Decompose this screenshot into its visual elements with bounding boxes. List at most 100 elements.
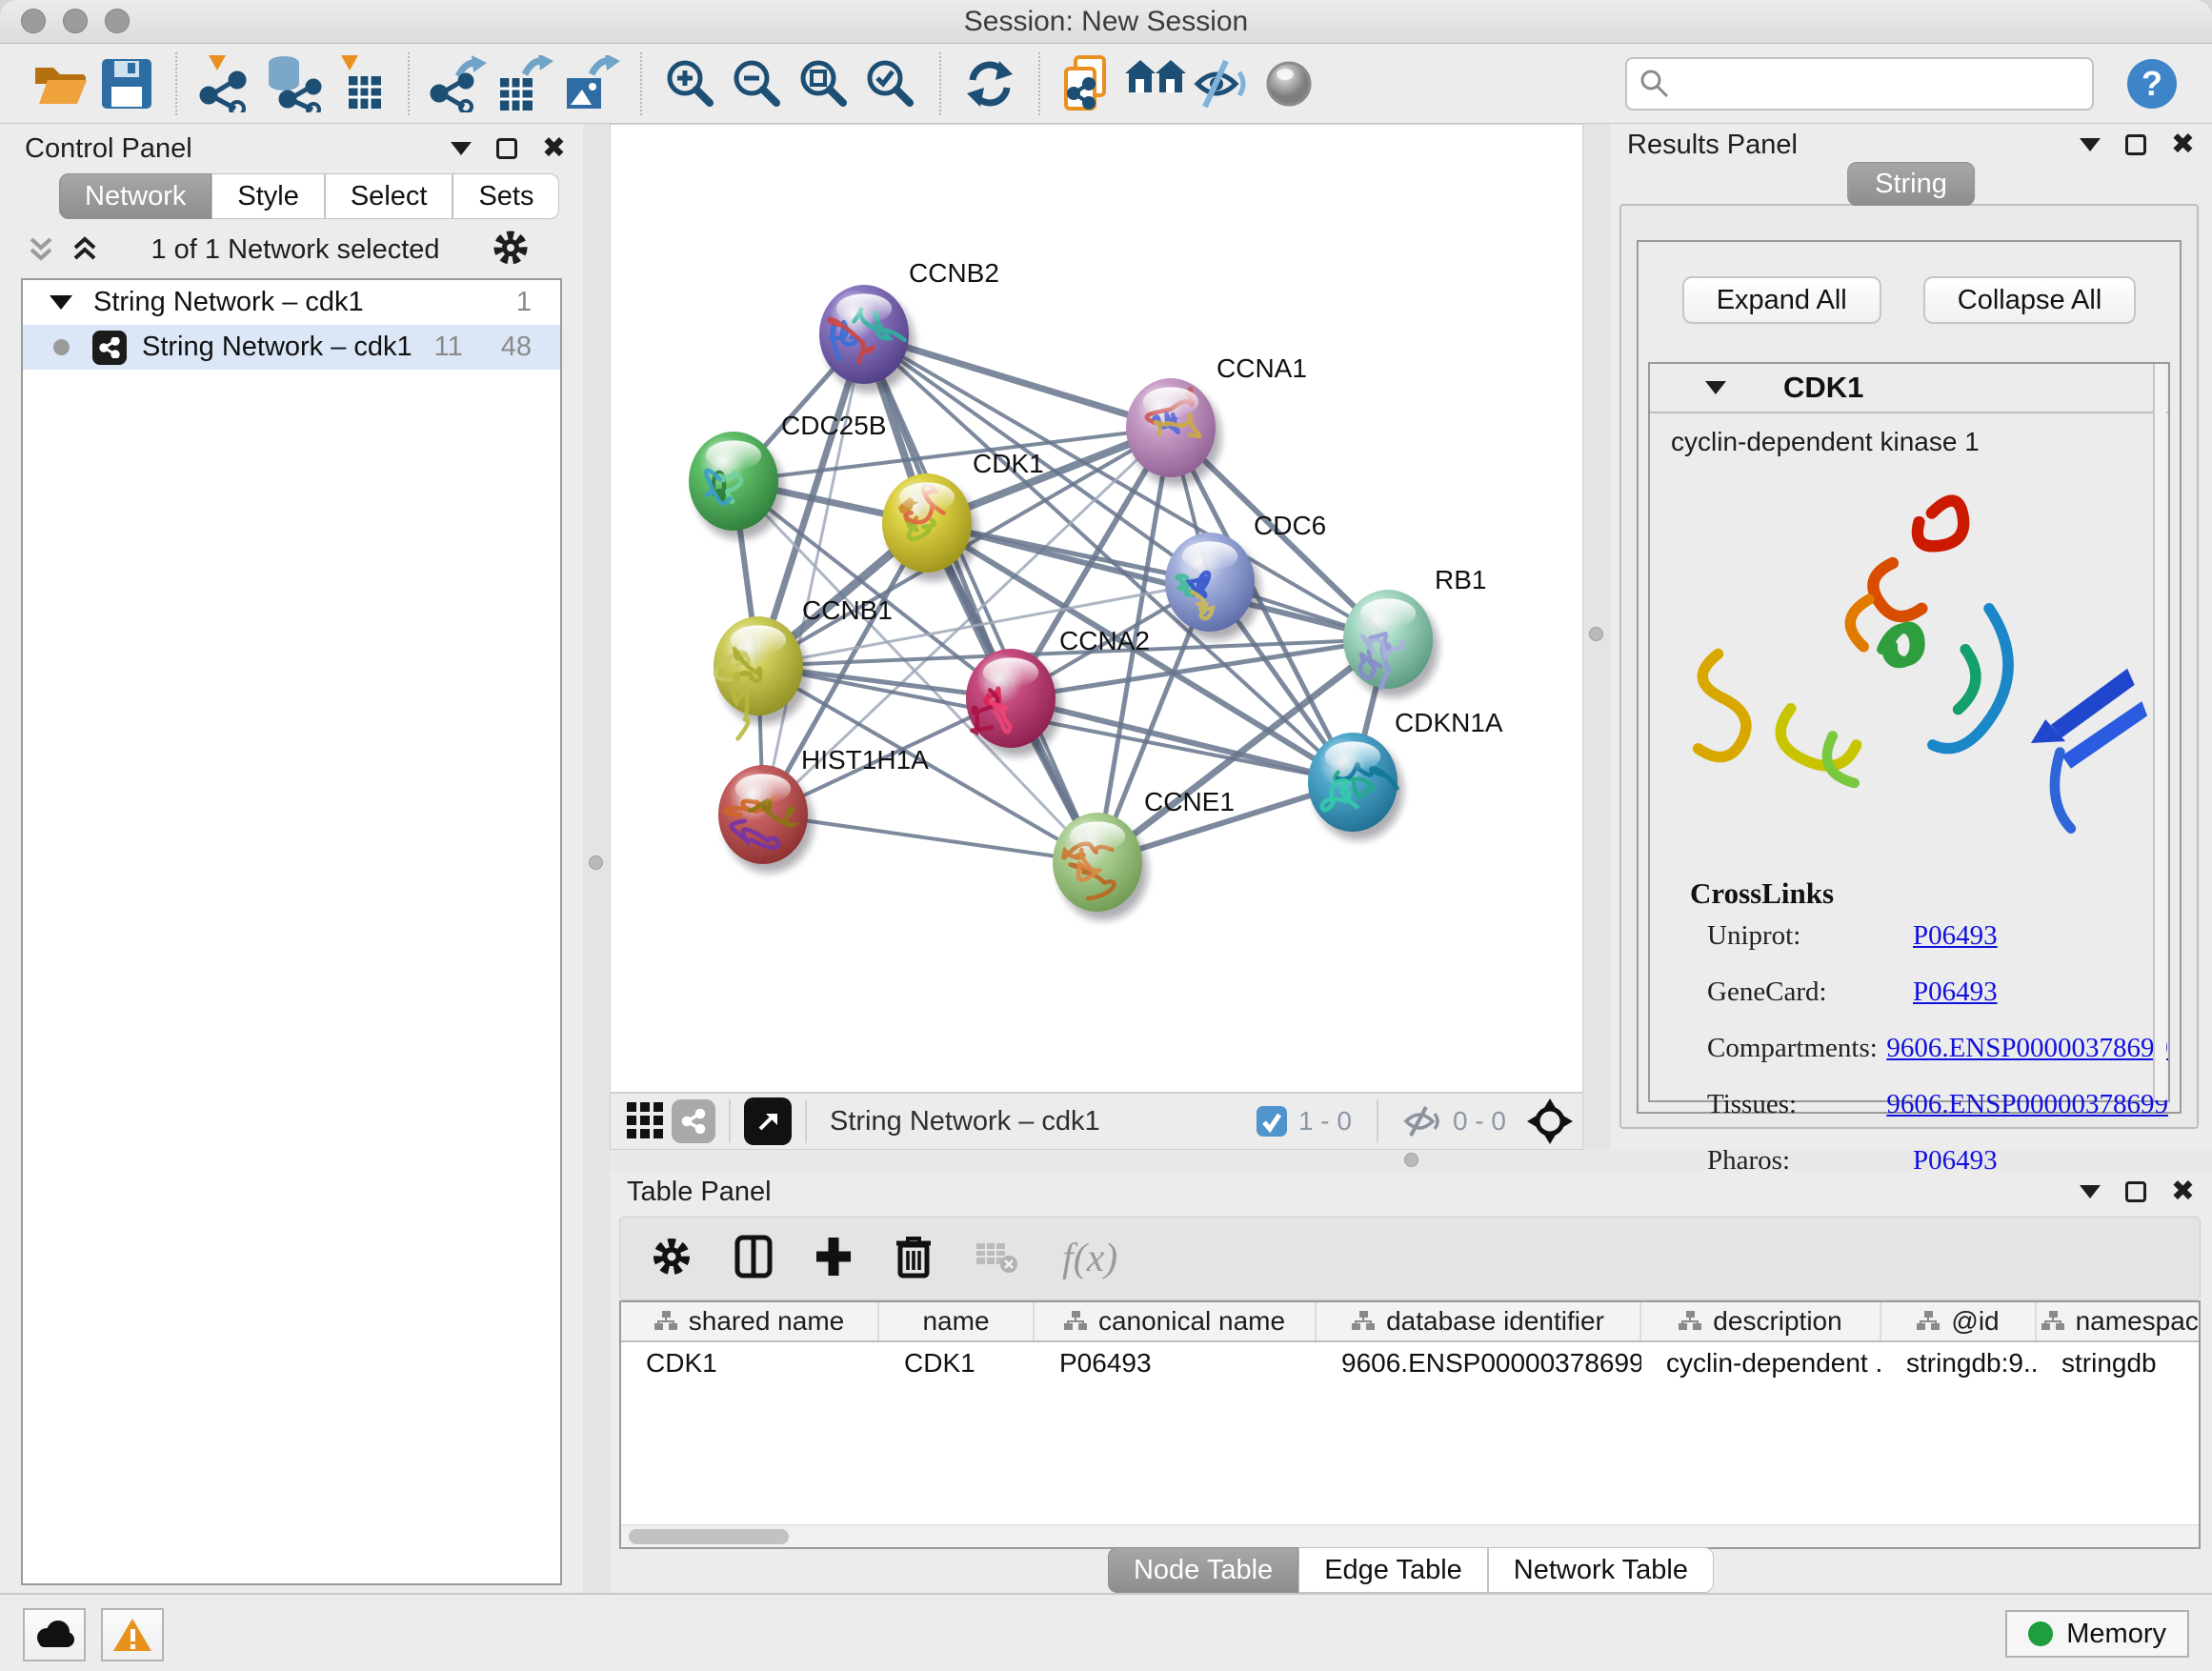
network-options-gear-icon[interactable] [492,229,530,272]
memory-button[interactable]: Memory [2005,1610,2189,1658]
node-label-CDKN1A: CDKN1A [1395,708,1503,737]
tab-sets[interactable]: Sets [452,173,559,219]
import-table-from-file-button[interactable] [326,52,392,115]
export-network-button[interactable] [425,52,492,115]
toolbar-separator [408,52,410,115]
show-hidden-button[interactable] [1256,52,1322,115]
expand-all-chevron-icon[interactable] [70,235,99,264]
fit-selected-crosshair-icon[interactable] [1527,1098,1573,1144]
tab-style[interactable]: Style [211,173,324,219]
tab-network-table[interactable]: Network Table [1488,1547,1714,1593]
tab-edge-table[interactable]: Edge Table [1298,1547,1488,1593]
tab-network[interactable]: Network [59,173,211,219]
collapse-all-button[interactable]: Collapse All [1923,276,2137,324]
refresh-button[interactable] [956,52,1023,115]
open-session-button[interactable] [27,52,93,115]
tab-select[interactable]: Select [325,173,453,219]
import-network-from-file-button[interactable] [192,52,259,115]
panel-float-icon[interactable] [2125,134,2146,155]
clone-network-button[interactable] [1056,52,1122,115]
column-header-description[interactable]: description [1641,1302,1881,1340]
delete-column-trash-icon[interactable] [895,1234,933,1284]
network-node-CCNB2[interactable]: CCNB2 [819,258,999,393]
show-columns-icon[interactable] [734,1235,773,1283]
import-network-from-database-button[interactable] [259,52,326,115]
hidden-eye-slash-icon[interactable] [1403,1105,1441,1137]
entry-collapse-caret-icon[interactable] [1705,381,1726,394]
collapse-all-chevron-icon[interactable] [27,235,55,264]
network-edge-CCNB2-CCNE1[interactable] [864,334,1097,862]
left-splitter[interactable] [583,124,610,1593]
panel-close-icon[interactable]: ✖ [2171,1178,2195,1206]
crosslink-tissues-link[interactable]: 9606.ENSP00000378699 [1886,1089,2168,1120]
zoom-window-button[interactable] [105,9,130,33]
network-node-RB1[interactable]: RB1 [1343,565,1486,697]
selected-checkbox-icon[interactable] [1257,1106,1287,1137]
close-window-button[interactable] [21,9,46,33]
table-horizontal-scrollbar[interactable] [621,1524,2199,1547]
help-button[interactable]: ? [2119,52,2185,115]
bottom-splitter-handle[interactable] [1404,1153,1418,1167]
tab-string[interactable]: String [1847,162,1975,206]
tab-node-table[interactable]: Node Table [1108,1547,1298,1593]
column-header-id[interactable]: @id [1881,1302,2037,1340]
graphics-details-button[interactable] [1122,52,1189,115]
network-row[interactable]: String Network – cdk1 11 48 [23,325,560,370]
left-splitter-handle[interactable] [589,856,603,870]
column-header-canonical-name[interactable]: canonical name [1035,1302,1317,1340]
panel-float-icon[interactable] [2125,1181,2146,1202]
right-splitter-handle[interactable] [1589,627,1603,641]
panel-menu-icon[interactable] [451,142,472,155]
panel-float-icon[interactable] [496,138,517,159]
table-settings-gear-icon[interactable] [651,1236,693,1282]
node-result-entry: CDK1 cyclin-dependent kinase 1 [1648,362,2170,1102]
network-node-CDKN1A[interactable]: CDKN1A [1308,708,1503,840]
column-header-name[interactable]: name [879,1302,1035,1340]
results-scrollbar[interactable] [2153,364,2166,1100]
network-graph[interactable]: CCNB2CCNA1CDC25BCDK1CDC6RB1CCNB1CCNA2CDK… [611,125,1582,1092]
scrollbar-thumb[interactable] [629,1529,789,1544]
panel-close-icon[interactable]: ✖ [2171,131,2195,159]
zoom-fit-button[interactable] [791,52,857,115]
control-panel: Control Panel ✖ Network Style Select Set… [8,128,583,1591]
export-image-button[interactable] [558,52,625,115]
network-node-CCNA1[interactable]: CCNA1 [1126,353,1307,486]
panel-menu-icon[interactable] [2080,138,2101,151]
warnings-button[interactable] [101,1608,164,1661]
right-splitter[interactable] [1583,124,1610,1150]
save-session-button[interactable] [93,52,160,115]
add-column-icon[interactable] [814,1236,853,1282]
table-row[interactable]: CDK1 CDK1 P06493 9606.ENSP00000378699 cy… [621,1342,2199,1384]
cloud-status-button[interactable] [23,1608,86,1661]
network-edge-CCNB2-HIST1H1A[interactable] [763,334,864,815]
zoom-in-button[interactable] [657,52,724,115]
birdseye-grid-icon[interactable] [620,1090,672,1153]
search-input[interactable] [1625,57,2094,111]
crosslink-genecard-link[interactable]: P06493 [1913,976,1998,1008]
tree-expand-caret-icon[interactable] [50,295,72,310]
open-in-window-button[interactable] [744,1097,792,1145]
network-node-HIST1H1A[interactable]: HIST1H1A [718,745,929,873]
crosslink-uniprot-link[interactable]: P06493 [1913,920,1998,952]
minimize-window-button[interactable] [63,9,88,33]
network-collection-row[interactable]: String Network – cdk1 1 [23,280,560,325]
column-header-namespace[interactable]: namespace [2037,1302,2201,1340]
network-node-CDC6[interactable]: CDC6 [1165,511,1326,640]
node-table[interactable]: shared name name canonical name database… [619,1300,2201,1549]
panel-close-icon[interactable]: ✖ [542,134,566,163]
network-canvas[interactable]: CCNB2CCNA1CDC25BCDK1CDC6RB1CCNB1CCNA2CDK… [610,124,1583,1093]
zoom-selected-button[interactable] [857,52,924,115]
panel-menu-icon[interactable] [2080,1185,2101,1198]
crosslink-compartments-link[interactable]: 9606.ENSP00000378699 [1886,1033,2168,1064]
save-floppy-icon [102,59,151,109]
network-node-CCNE1[interactable]: CCNE1 [1053,787,1235,920]
title-bar: Session: New Session [0,0,2212,44]
node-result-header[interactable]: CDK1 [1650,364,2168,413]
expand-all-button[interactable]: Expand All [1682,276,1881,324]
hide-selected-button[interactable] [1189,52,1256,115]
network-overview-toggle[interactable] [672,1099,715,1143]
zoom-out-button[interactable] [724,52,791,115]
column-header-shared-name[interactable]: shared name [621,1302,879,1340]
export-table-button[interactable] [492,52,558,115]
column-header-database-identifier[interactable]: database identifier [1317,1302,1641,1340]
